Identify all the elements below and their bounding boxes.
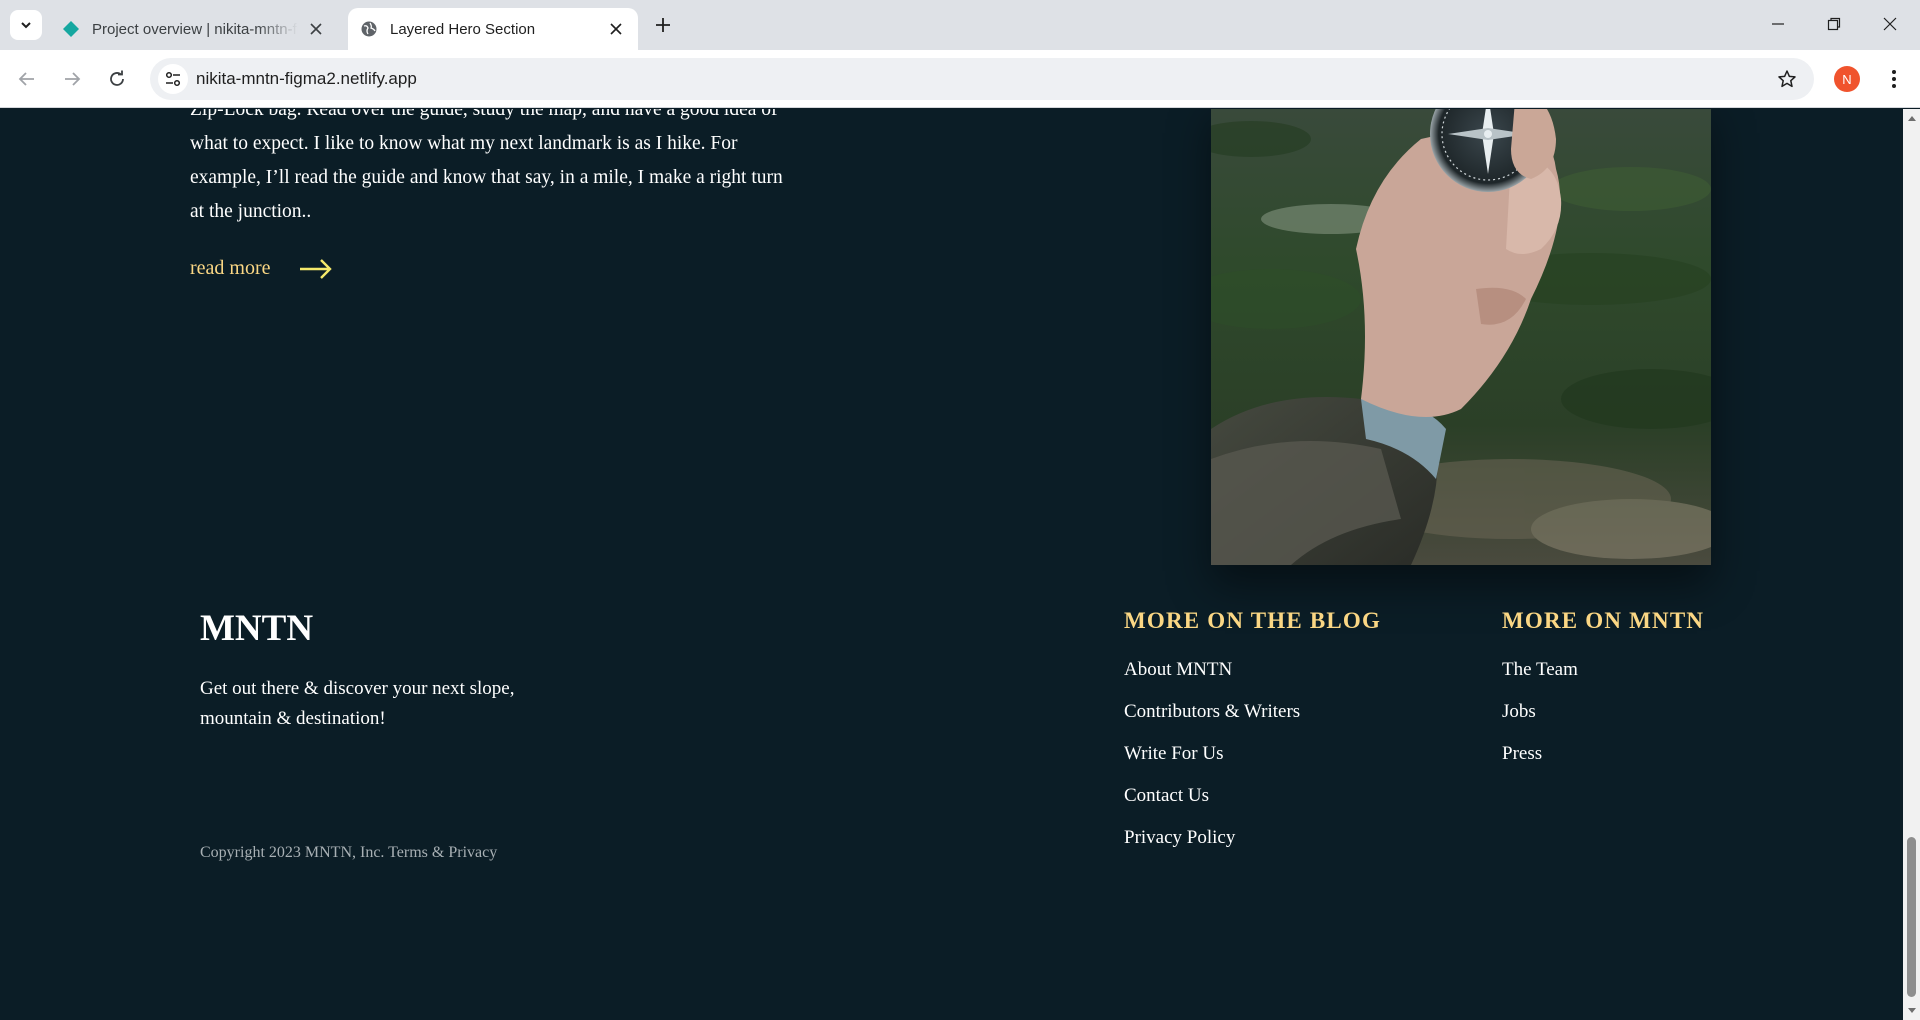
page-viewport: Zip-Lock bag. Read over the guide, study…	[0, 109, 1903, 1020]
close-window-button[interactable]	[1870, 8, 1910, 40]
footer-brand-logo[interactable]: MNTN	[200, 607, 313, 650]
footer-link-contributors[interactable]: Contributors & Writers	[1124, 691, 1381, 733]
read-more-link[interactable]: read more	[190, 257, 333, 280]
page-scrollbar[interactable]	[1903, 109, 1920, 1020]
new-tab-button[interactable]	[650, 12, 676, 38]
bookmark-button[interactable]	[1774, 66, 1800, 92]
footer-link-press[interactable]: Press	[1502, 733, 1704, 775]
compass-hand-photo	[1211, 109, 1711, 565]
arrow-left-icon	[18, 72, 34, 86]
footer-column-blog: MORE ON THE BLOG About MNTN Contributors…	[1124, 608, 1381, 859]
footer-link-about[interactable]: About MNTN	[1124, 649, 1381, 691]
article-line: example, I’ll read the guide and know th…	[190, 167, 783, 188]
tab-strip: Project overview | nikita-mntn-figma2 La…	[0, 0, 1920, 50]
tab-title: Layered Hero Section	[390, 20, 536, 38]
profile-avatar[interactable]: N	[1834, 66, 1860, 92]
article-line: at the junction..	[190, 201, 312, 222]
site-info-button[interactable]	[158, 64, 188, 94]
article-body: Zip-Lock bag. Read over the guide, study…	[190, 109, 810, 229]
close-tab-icon[interactable]	[304, 17, 328, 41]
scrollbar-thumb[interactable]	[1907, 837, 1916, 997]
forward-button[interactable]	[57, 64, 87, 94]
footer-link-privacy[interactable]: Privacy Policy	[1124, 817, 1381, 859]
footer-heading-blog: MORE ON THE BLOG	[1124, 608, 1382, 633]
browser-menu-button[interactable]	[1880, 64, 1908, 94]
arrow-right-icon	[65, 72, 81, 86]
tune-icon	[165, 71, 181, 87]
reload-icon	[110, 70, 124, 86]
arrow-right-icon	[299, 258, 333, 280]
plus-icon	[656, 18, 670, 32]
read-more-label: read more	[190, 257, 271, 279]
address-bar[interactable]: nikita-mntn-figma2.netlify.app	[150, 58, 1814, 100]
tab-title: Project overview | nikita-mntn-figma2	[92, 20, 298, 38]
footer-tagline: Get out there & discover your next slope…	[200, 678, 515, 729]
footer-column-mntn: MORE ON MNTN The Team Jobs Press	[1502, 608, 1704, 775]
footer-link-contact[interactable]: Contact Us	[1124, 775, 1381, 817]
diamond-icon	[62, 20, 80, 38]
chevron-down-icon	[21, 22, 31, 29]
minimize-button[interactable]	[1758, 8, 1798, 40]
star-icon	[1778, 70, 1796, 88]
article-line: Zip-Lock bag. Read over the guide, study…	[190, 109, 778, 120]
article-line: what to expect. I like to know what my n…	[190, 133, 738, 154]
scroll-up-arrow-icon[interactable]	[1903, 111, 1920, 125]
restore-icon	[1827, 17, 1841, 31]
tab-list-button[interactable]	[10, 10, 42, 40]
url-text: nikita-mntn-figma2.netlify.app	[196, 69, 417, 88]
kebab-menu-icon	[1892, 70, 1896, 88]
scroll-down-arrow-icon[interactable]	[1903, 1004, 1920, 1018]
back-button[interactable]	[12, 64, 42, 94]
restore-button[interactable]	[1814, 8, 1854, 40]
footer-link-team[interactable]: The Team	[1502, 649, 1704, 691]
close-tab-icon[interactable]	[604, 17, 628, 41]
close-icon	[1883, 17, 1897, 31]
globe-icon	[360, 20, 378, 38]
footer-copyright: Copyright 2023 MNTN, Inc. Terms & Privac…	[200, 844, 498, 861]
footer-link-jobs[interactable]: Jobs	[1502, 691, 1704, 733]
footer-link-write-for-us[interactable]: Write For Us	[1124, 733, 1381, 775]
tab-project-overview[interactable]: Project overview | nikita-mntn-figma2	[50, 8, 338, 50]
minimize-icon	[1772, 23, 1784, 25]
footer-heading-mntn: MORE ON MNTN	[1502, 608, 1705, 633]
browser-toolbar: nikita-mntn-figma2.netlify.app N	[0, 50, 1920, 108]
tab-layered-hero[interactable]: Layered Hero Section	[348, 8, 638, 50]
reload-button[interactable]	[102, 64, 132, 94]
